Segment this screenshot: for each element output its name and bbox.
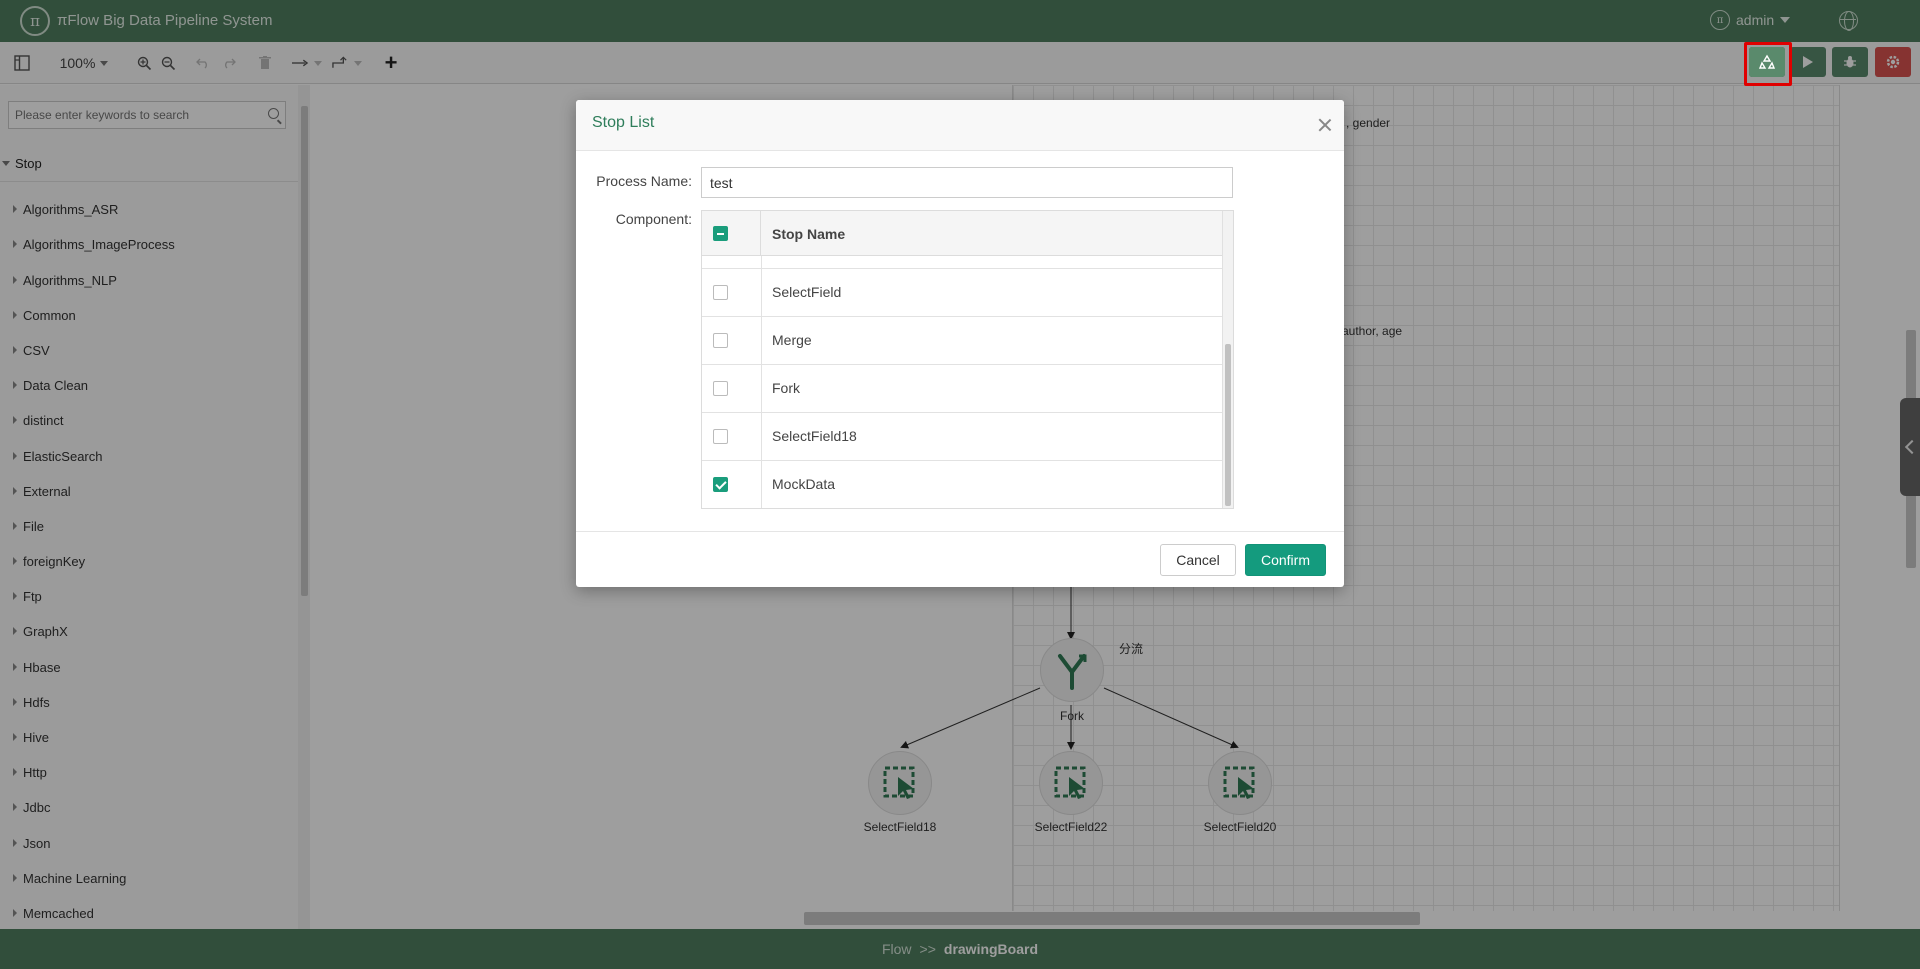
table-row[interactable]: SelectField: [702, 269, 1222, 317]
table-row: [702, 256, 1222, 269]
stop-name-cell: SelectField: [772, 284, 842, 300]
component-label: Component:: [615, 211, 692, 227]
stop-list-dialog: Stop List Process Name: Component: Stop …: [576, 100, 1344, 587]
table-row[interactable]: Merge: [702, 317, 1222, 365]
dialog-footer-divider: [576, 531, 1344, 532]
close-icon[interactable]: [1316, 116, 1334, 134]
select-all-checkbox[interactable]: [713, 226, 728, 241]
process-name-input[interactable]: [701, 167, 1233, 198]
row-checkbox[interactable]: [713, 333, 728, 348]
stop-table: Stop Name SelectField Merge Fork SelectF…: [701, 210, 1234, 509]
row-checkbox[interactable]: [713, 381, 728, 396]
table-header: Stop Name: [702, 211, 1222, 256]
column-header-stop-name[interactable]: Stop Name: [772, 226, 845, 242]
stop-name-cell: MockData: [772, 476, 836, 492]
table-row[interactable]: MockData: [702, 461, 1222, 508]
header-check-cell: [702, 211, 761, 256]
table-scroll-thumb[interactable]: [1225, 344, 1231, 506]
stop-name-cell: Merge: [772, 332, 812, 348]
confirm-button[interactable]: Confirm: [1245, 544, 1326, 576]
row-checkbox-checked[interactable]: [713, 477, 728, 492]
row-checkbox[interactable]: [713, 285, 728, 300]
table-row[interactable]: SelectField18: [702, 413, 1222, 461]
dialog-title: Stop List: [592, 114, 655, 131]
table-row[interactable]: Fork: [702, 365, 1222, 413]
recycle-icon: [1759, 54, 1775, 69]
cancel-button[interactable]: Cancel: [1160, 544, 1236, 576]
stop-name-cell: Fork: [772, 380, 800, 396]
row-checkbox[interactable]: [713, 429, 728, 444]
stop-name-cell: SelectField18: [772, 428, 857, 444]
process-name-label: Process Name:: [596, 173, 692, 189]
save-template-button-highlighted[interactable]: [1749, 47, 1785, 77]
dialog-header: Stop List: [576, 100, 1344, 151]
